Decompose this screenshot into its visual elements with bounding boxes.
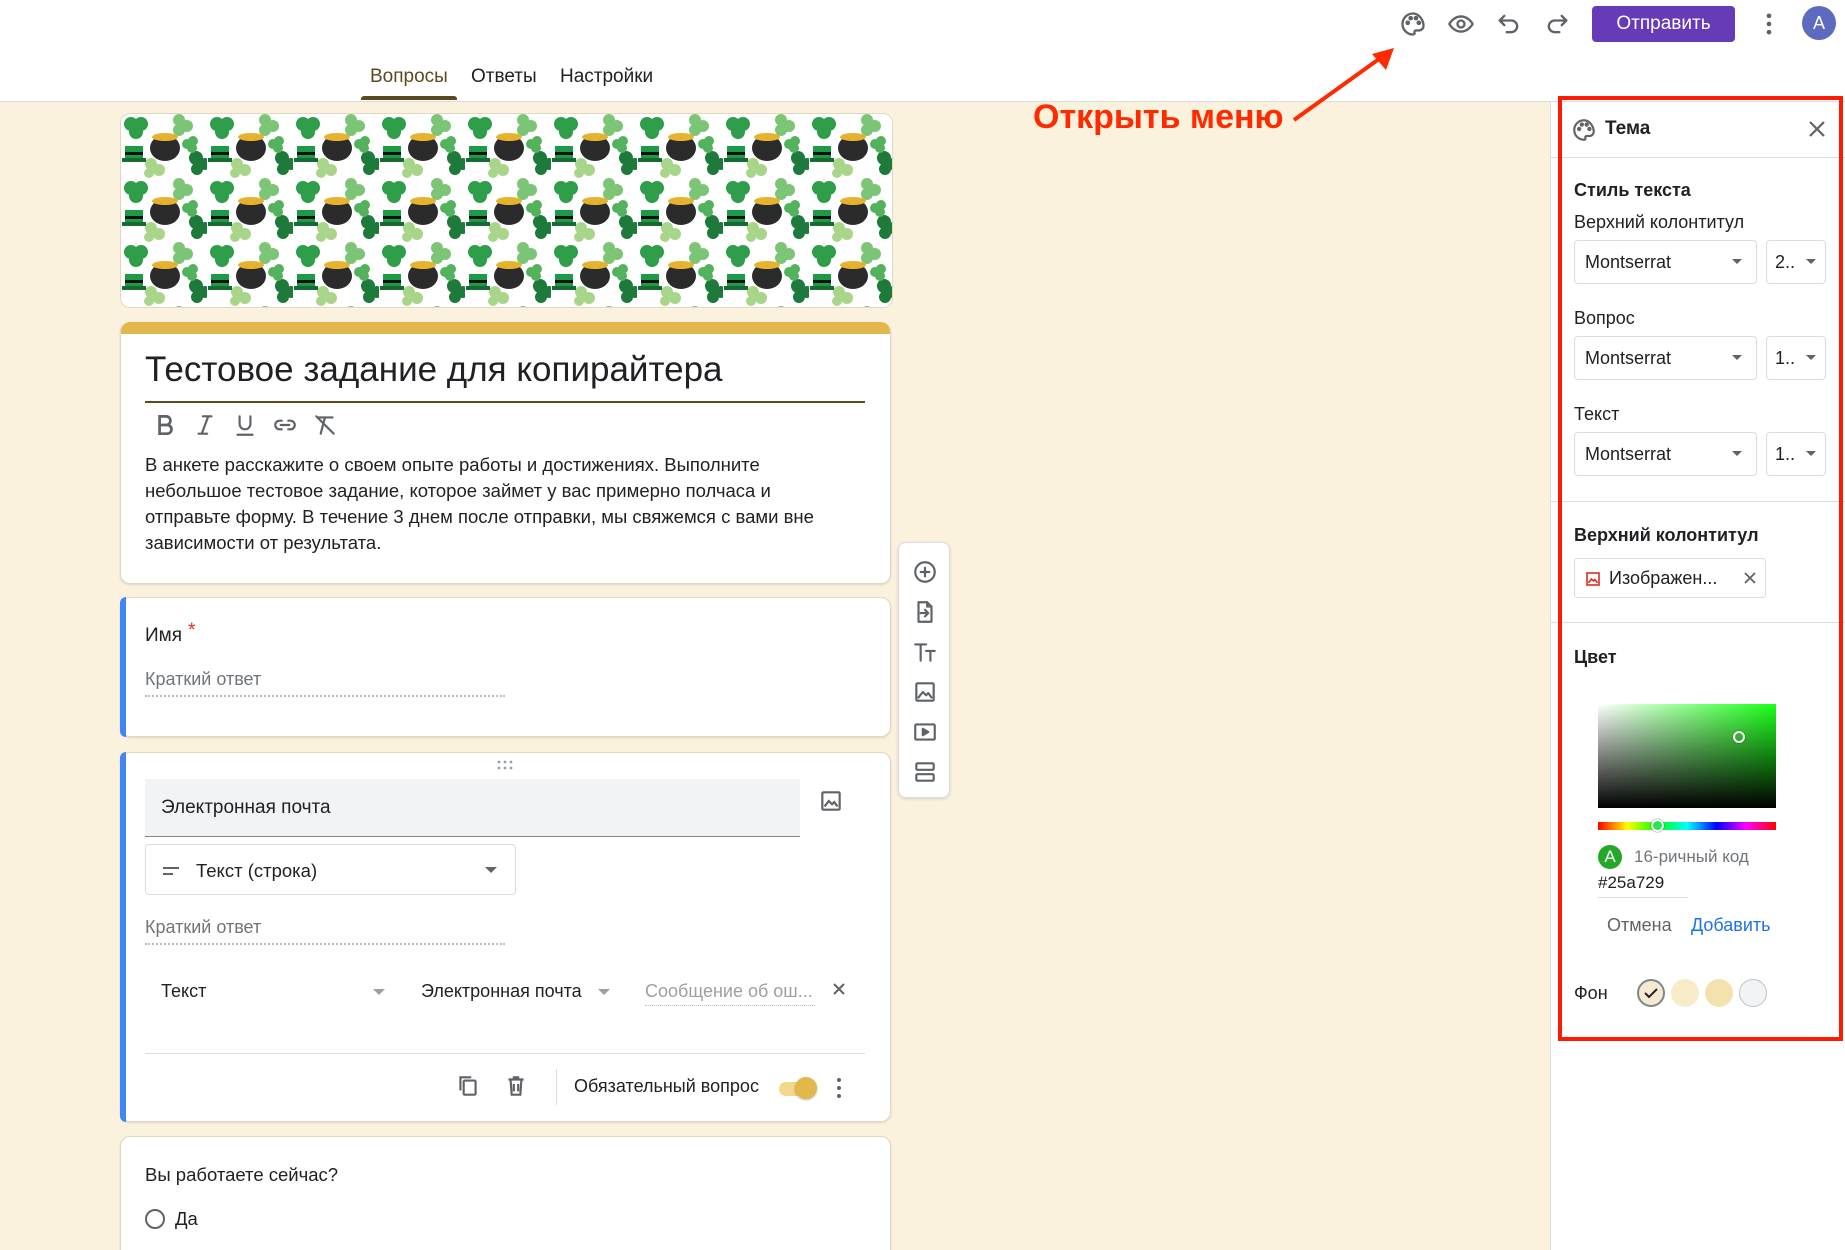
tab-questions[interactable]: Вопросы — [370, 66, 448, 88]
more-options-icon[interactable] — [830, 1075, 848, 1101]
question-type-dropdown[interactable]: Текст (строка) — [145, 844, 516, 895]
undo-icon[interactable] — [1489, 4, 1529, 44]
chevron-down-icon — [598, 989, 610, 995]
title-accent-bar — [121, 322, 890, 334]
header-image — [120, 113, 893, 308]
close-validation-icon[interactable] — [830, 980, 848, 998]
drag-handle-icon[interactable] — [496, 760, 514, 770]
annotation-arrow-icon — [1290, 44, 1400, 124]
question-card-work[interactable] — [120, 1136, 891, 1250]
footer-divider — [556, 1069, 557, 1105]
question-type-label: Текст (строка) — [196, 860, 318, 881]
tab-settings[interactable]: Настройки — [560, 66, 653, 88]
answer-line — [145, 695, 505, 697]
preview-eye-icon[interactable] — [1441, 4, 1481, 44]
tab-responses[interactable]: Ответы — [471, 66, 537, 88]
redo-icon[interactable] — [1537, 4, 1577, 44]
add-title-icon[interactable] — [912, 639, 938, 665]
send-button[interactable]: Отправить — [1592, 6, 1735, 42]
add-image-icon[interactable] — [912, 679, 938, 705]
chevron-down-icon — [373, 989, 385, 995]
active-tab-indicator — [361, 96, 457, 100]
underline-icon[interactable] — [232, 412, 258, 438]
short-answer-placeholder: Краткий ответ — [145, 917, 262, 937]
form-title[interactable]: Тестовое задание для копирайтера — [145, 350, 723, 390]
annotation-highlight-frame — [1558, 96, 1843, 1041]
card-divider — [145, 1053, 865, 1054]
answer-line — [145, 943, 505, 945]
short-answer-placeholder: Краткий ответ — [145, 669, 262, 689]
radio-button[interactable] — [145, 1209, 165, 1229]
duplicate-icon[interactable] — [455, 1073, 481, 1099]
validation-type-label: Текст — [161, 981, 207, 1001]
add-section-icon[interactable] — [912, 759, 938, 785]
clear-formatting-icon[interactable] — [312, 412, 338, 438]
question-title: Вы работаете сейчас? — [145, 1164, 339, 1185]
chevron-down-icon — [485, 867, 497, 873]
focus-indicator — [120, 752, 126, 1122]
question-title: Имя — [145, 625, 183, 646]
add-question-icon[interactable] — [912, 559, 938, 585]
palette-icon[interactable] — [1393, 4, 1433, 44]
import-questions-icon[interactable] — [912, 599, 938, 625]
form-description[interactable]: В анкете расскажите о своем опыте работы… — [145, 452, 850, 556]
required-asterisk: * — [188, 620, 196, 641]
question-title-field[interactable]: Электронная почта — [145, 779, 800, 837]
italic-icon[interactable] — [192, 412, 218, 438]
add-video-icon[interactable] — [912, 719, 938, 745]
link-icon[interactable] — [272, 412, 298, 438]
annotation-label: Открыть меню — [1033, 98, 1284, 136]
question-card-name[interactable] — [120, 597, 891, 737]
validation-type-dropdown[interactable]: Текст — [161, 978, 391, 1008]
more-vert-icon[interactable] — [1749, 4, 1789, 44]
delete-icon[interactable] — [503, 1073, 529, 1099]
title-underline — [145, 401, 865, 403]
option-label: Да — [175, 1208, 198, 1229]
add-items-toolbar — [898, 542, 950, 798]
required-label: Обязательный вопрос — [574, 1076, 759, 1096]
validation-rule-label: Электронная почта — [421, 981, 582, 1001]
add-image-icon[interactable] — [818, 788, 844, 814]
validation-rule-dropdown[interactable]: Электронная почта — [421, 978, 616, 1008]
bold-icon[interactable] — [152, 412, 178, 438]
avatar[interactable]: A — [1802, 6, 1836, 40]
focus-indicator — [120, 597, 126, 737]
short-text-icon — [162, 867, 180, 875]
question-title-text: Электронная почта — [161, 797, 331, 818]
top-bar: Отправить A Вопросы Ответы Настройки — [0, 0, 1845, 102]
error-message-input[interactable]: Сообщение об ош... — [645, 981, 815, 1006]
required-toggle[interactable] — [779, 1077, 817, 1099]
